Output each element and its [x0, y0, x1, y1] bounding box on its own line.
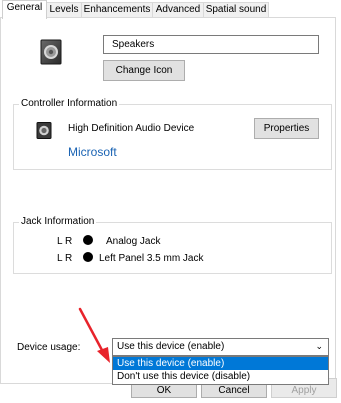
jack-channels: L R — [57, 236, 73, 247]
properties-button[interactable]: Properties — [254, 118, 319, 139]
change-icon-button[interactable]: Change Icon — [103, 60, 185, 81]
tab-advanced[interactable]: Advanced — [152, 2, 204, 18]
jack-label: Analog Jack — [106, 236, 161, 247]
dropdown-option-disable[interactable]: Don't use this device (disable) — [113, 370, 328, 383]
chevron-down-icon: ⌄ — [315, 341, 323, 351]
jack-information-group: Jack Information — [13, 216, 332, 274]
tab-spatial-sound[interactable]: Spatial sound — [203, 2, 269, 18]
device-usage-label: Device usage: — [17, 342, 81, 353]
speaker-icon — [38, 39, 64, 68]
jack-color-dot — [83, 252, 93, 262]
dropdown-option-enable[interactable]: Use this device (enable) — [113, 357, 328, 370]
device-icon — [36, 122, 52, 142]
device-usage-dropdown: Use this device (enable) Don't use this … — [112, 356, 329, 385]
tab-levels[interactable]: Levels — [46, 2, 82, 18]
tab-general[interactable]: General — [2, 0, 47, 19]
device-usage-selected: Use this device (enable) — [117, 341, 225, 352]
vendor-link[interactable]: Microsoft — [68, 145, 117, 159]
tab-enhancements[interactable]: Enhancements — [81, 2, 153, 18]
device-usage-select[interactable]: Use this device (enable) ⌄ — [112, 338, 329, 356]
controller-information-title: Controller Information — [19, 98, 120, 110]
controller-device-name: High Definition Audio Device — [68, 123, 195, 134]
tab-strip: General Levels Enhancements Advanced Spa… — [0, 0, 341, 19]
jack-color-dot — [83, 235, 93, 245]
device-name-field[interactable]: Speakers — [103, 35, 319, 54]
red-arrow-annotation — [72, 306, 116, 369]
jack-information-title: Jack Information — [19, 216, 97, 228]
jack-label: Left Panel 3.5 mm Jack — [99, 253, 204, 264]
jack-channels: L R — [57, 253, 73, 264]
